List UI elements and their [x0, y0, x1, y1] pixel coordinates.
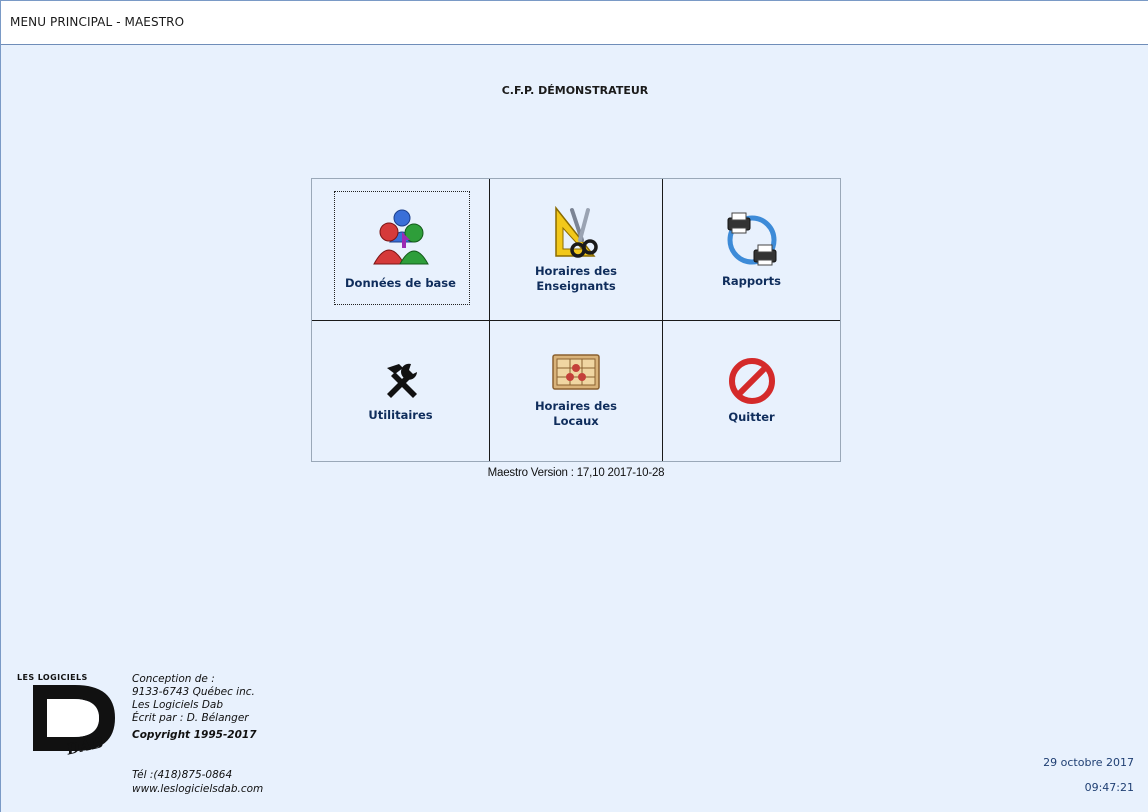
- dab-logo: DAB: [33, 685, 115, 759]
- menu-label: Enseignants: [536, 278, 616, 293]
- printer-cycle-icon: [727, 212, 776, 266]
- copyright-text: Copyright 1995-2017: [132, 729, 257, 741]
- menu-label: Locaux: [553, 414, 599, 428]
- users-group-icon: [372, 209, 429, 265]
- utilitaires-button[interactable]: Utilitaires: [312, 321, 489, 461]
- title-bar[interactable]: MENU PRINCIPAL - MAESTRO: [1, 1, 1148, 45]
- current-date: 29 octobre 2017: [1043, 756, 1134, 769]
- phone-number: Tél :(418)875-0864: [132, 769, 233, 781]
- window-title: MENU PRINCIPAL - MAESTRO: [10, 15, 185, 29]
- version-label: Maestro Version : 17,10 2017-10-28: [487, 467, 665, 479]
- credits-line: Conception de :: [132, 673, 215, 685]
- credits-block: Conception de : 9133-6743 Québec inc. Le…: [132, 673, 257, 742]
- menu-label: Horaires des: [534, 263, 618, 278]
- stop-sign-icon: [728, 357, 775, 404]
- scissors-triangle-icon: [555, 205, 598, 258]
- current-time: 09:47:21: [1084, 781, 1134, 794]
- menu-label: Données de base: [345, 276, 456, 290]
- credits-line: 9133-6743 Québec inc.: [132, 686, 255, 698]
- rapports-button[interactable]: Rapports: [663, 179, 840, 320]
- menu-label: Utilitaires: [368, 407, 433, 422]
- tools-icon: [386, 363, 417, 398]
- room-board-icon: [552, 354, 600, 390]
- credits-line: Écrit par : D. Bélanger: [132, 712, 249, 724]
- website-link[interactable]: www.leslogicielsdab.com: [132, 782, 263, 796]
- quitter-button[interactable]: Quitter: [663, 321, 840, 461]
- contact-block: Tél :(418)875-0864 www.leslogicielsdab.c…: [132, 768, 263, 796]
- main-menu-grid: Données de base Horaires des Enseignants: [311, 178, 841, 462]
- menu-label: Quitter: [728, 409, 775, 424]
- credits-line: Les Logiciels Dab: [132, 699, 224, 711]
- donnees-de-base-button[interactable]: Données de base: [312, 179, 489, 320]
- main-window: MENU PRINCIPAL - MAESTRO C.F.P. DÉMONSTR…: [0, 0, 1148, 812]
- menu-label: Horaires des: [534, 399, 618, 413]
- horaires-enseignants-button[interactable]: Horaires des Enseignants: [490, 179, 662, 320]
- horaires-locaux-button[interactable]: Horaires des Locaux: [490, 321, 662, 461]
- organization-name: C.F.P. DÉMONSTRATEUR: [501, 84, 649, 97]
- menu-label: Rapports: [722, 274, 781, 288]
